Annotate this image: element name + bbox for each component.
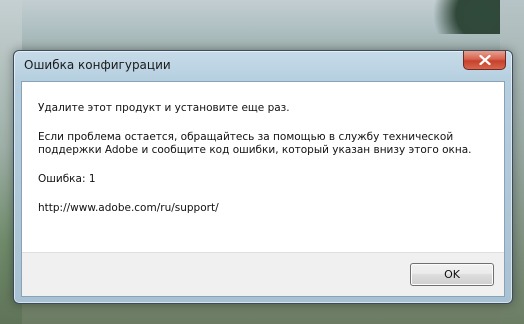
dialog-titlebar[interactable]: Ошибка конфигурации xyxy=(14,51,512,81)
dialog-title: Ошибка конфигурации xyxy=(24,58,171,72)
ok-button[interactable]: OK xyxy=(410,263,494,286)
error-dialog: Ошибка конфигурации Удалите этот продукт… xyxy=(13,50,513,304)
message-line-1: Удалите этот продукт и установите еще ра… xyxy=(38,102,290,114)
dialog-message: Удалите этот продукт и установите еще ра… xyxy=(38,102,488,215)
error-code: Ошибка: 1 xyxy=(38,173,96,185)
dialog-footer: OK xyxy=(22,252,504,296)
close-icon xyxy=(478,55,491,65)
message-paragraph-2: Если проблема остается, обращайтесь за п… xyxy=(38,131,472,156)
close-button[interactable] xyxy=(463,51,506,70)
support-url: http://www.adobe.com/ru/support/ xyxy=(38,202,219,214)
dialog-content: Удалите этот продукт и установите еще ра… xyxy=(21,81,505,297)
